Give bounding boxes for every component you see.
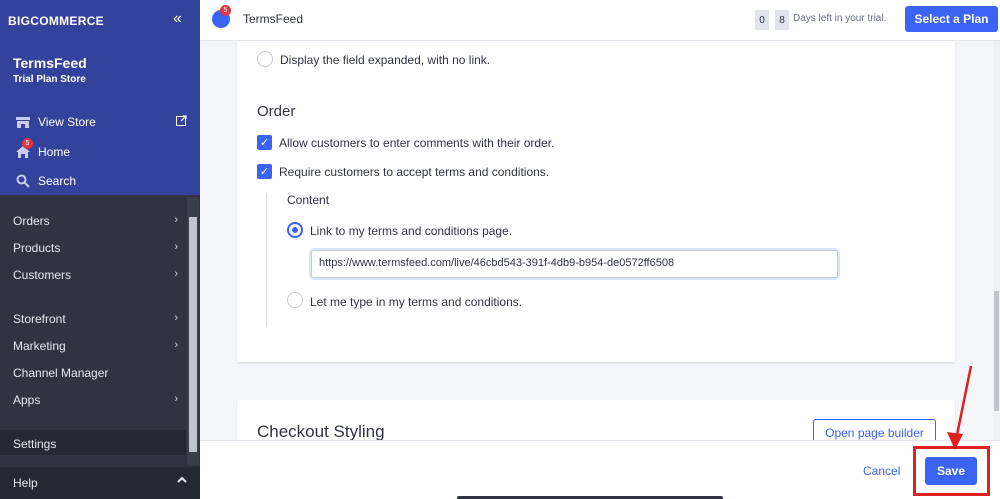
sidebar-item-products[interactable]: Products ›: [13, 241, 178, 255]
storefront-icon: [14, 116, 32, 129]
sidebar-item-label: Settings: [13, 437, 57, 451]
search-label: Search: [38, 174, 77, 188]
require-terms-checkbox[interactable]: ✓: [257, 164, 272, 179]
type-terms-label: Let me type in my terms and conditions.: [310, 295, 523, 309]
sidebar-item-settings[interactable]: Settings: [13, 437, 178, 451]
home-badge: 5: [22, 138, 33, 149]
select-plan-button[interactable]: Select a Plan: [905, 6, 998, 32]
chevron-right-icon: ›: [174, 312, 178, 324]
view-store-label: View Store: [38, 115, 96, 129]
sidebar-item-marketing[interactable]: Marketing ›: [13, 339, 178, 353]
trial-digit: 0: [755, 10, 769, 30]
scrollbar-thumb[interactable]: [994, 291, 999, 411]
sidebar-item-storefront[interactable]: Storefront ›: [13, 312, 178, 326]
type-terms-radio[interactable]: [287, 292, 303, 308]
sidebar-item-customers[interactable]: Customers ›: [13, 268, 178, 282]
store-title: TermsFeed: [243, 12, 304, 26]
bigcommerce-logo: BIGCOMMERCE: [8, 14, 104, 28]
search-link[interactable]: Search: [14, 171, 76, 191]
external-link-icon[interactable]: [176, 115, 187, 129]
sidebar-item-label: Storefront: [13, 312, 66, 326]
sidebar-scrollbar[interactable]: [187, 197, 199, 465]
sidebar-item-label: Apps: [13, 393, 41, 407]
checkout-settings-card: Display the field expanded, with no link…: [237, 41, 955, 362]
cancel-button[interactable]: Cancel: [863, 464, 900, 478]
sidebar-item-apps[interactable]: Apps ›: [13, 393, 178, 407]
chevron-up-icon: [176, 473, 188, 489]
trial-digit: 8: [775, 10, 789, 30]
checkout-styling-heading: Checkout Styling: [257, 422, 385, 441]
home-label: Home: [38, 145, 71, 159]
display-expanded-radio[interactable]: [257, 51, 273, 67]
store-name: TermsFeed: [13, 55, 87, 71]
chevron-right-icon: ›: [174, 339, 178, 351]
chevron-right-icon: ›: [174, 214, 178, 226]
allow-comments-checkbox[interactable]: ✓: [257, 135, 272, 150]
sidebar-item-label: Orders: [13, 214, 50, 228]
trial-text: Days left in your trial.: [793, 13, 887, 24]
scrollbar-thumb[interactable]: [189, 217, 197, 452]
sidebar-item-channel-manager[interactable]: Channel Manager: [13, 366, 178, 380]
collapse-sidebar-icon[interactable]: «: [173, 10, 182, 28]
order-heading: Order: [257, 103, 296, 120]
sidebar-item-help[interactable]: Help: [0, 467, 200, 499]
content-divider: [266, 193, 267, 327]
sidebar-item-orders[interactable]: Orders ›: [13, 214, 178, 228]
top-bar: 5 TermsFeed 0 8 Days left in your trial.…: [200, 0, 1000, 41]
sidebar-header: BIGCOMMERCE « TermsFeed Trial Plan Store…: [0, 0, 200, 195]
sidebar-item-label: Channel Manager: [13, 366, 109, 380]
page-scrollbar[interactable]: [993, 41, 1000, 440]
content-heading: Content: [287, 193, 330, 207]
search-icon: [14, 174, 32, 188]
store-plan: Trial Plan Store: [13, 74, 86, 85]
allow-comments-label: Allow customers to enter comments with t…: [279, 136, 555, 150]
sidebar-item-label: Customers: [13, 268, 72, 282]
terms-url-input[interactable]: https://www.termsfeed.com/live/46cbd543-…: [311, 250, 838, 278]
chevron-right-icon: ›: [174, 268, 178, 280]
sidebar: BIGCOMMERCE « TermsFeed Trial Plan Store…: [0, 0, 200, 499]
chevron-right-icon: ›: [174, 241, 178, 253]
link-terms-label: Link to my terms and conditions page.: [310, 224, 513, 238]
view-store-link[interactable]: View Store: [14, 112, 96, 132]
link-terms-radio[interactable]: [287, 222, 303, 238]
require-terms-label: Require customers to accept terms and co…: [279, 165, 550, 179]
checkout-styling-card: Checkout Styling Open page builder: [237, 400, 955, 447]
action-footer: Cancel Save: [200, 440, 1000, 499]
notification-badge: 5: [220, 5, 231, 16]
sidebar-item-label: Products: [13, 241, 61, 255]
help-label: Help: [13, 476, 38, 490]
display-expanded-label: Display the field expanded, with no link…: [280, 53, 491, 67]
sidebar-item-label: Marketing: [13, 339, 66, 353]
chevron-right-icon: ›: [174, 393, 178, 405]
save-button[interactable]: Save: [925, 457, 977, 485]
